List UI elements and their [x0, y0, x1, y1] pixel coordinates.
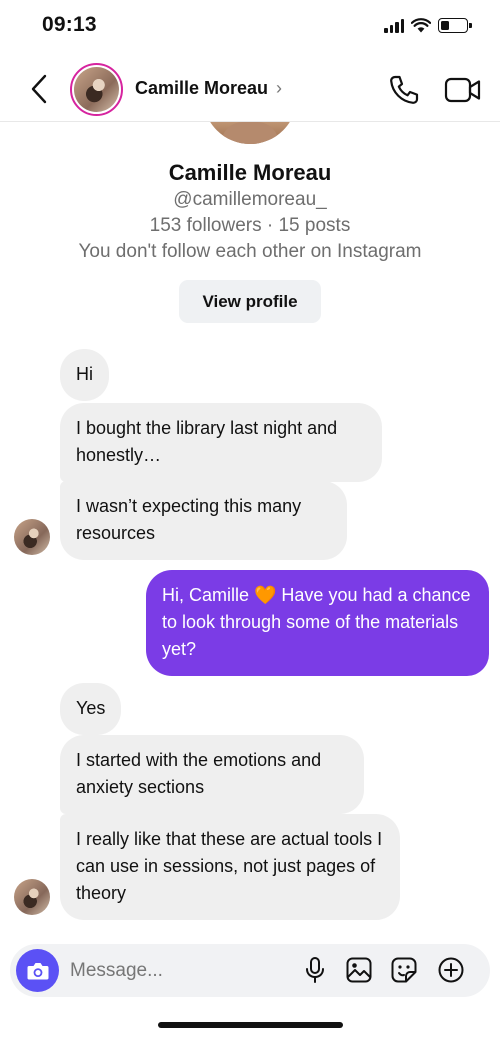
- message-bubble-incoming[interactable]: Hi: [60, 349, 109, 401]
- message-bubble-incoming[interactable]: I wasn’t expecting this many resources: [60, 481, 347, 560]
- contact-name: Camille Moreau: [135, 78, 269, 98]
- message-bubble-incoming[interactable]: I really like that these are actual tool…: [60, 814, 400, 920]
- microphone-icon: [306, 957, 324, 983]
- message-composer: [10, 944, 490, 997]
- sender-avatar[interactable]: [14, 879, 50, 915]
- back-button[interactable]: [24, 72, 54, 106]
- sticker-icon: [391, 957, 417, 983]
- follow-status-note: You don't follow each other on Instagram: [78, 241, 422, 262]
- status-bar: 09:13: [0, 0, 500, 54]
- camera-button[interactable]: [16, 949, 59, 992]
- wifi-icon: [411, 18, 431, 33]
- profile-name: Camille Moreau: [168, 160, 332, 185]
- chat-header: Camille Moreau ›: [0, 56, 500, 122]
- back-chevron-icon: [31, 74, 47, 104]
- view-profile-button[interactable]: View profile: [179, 280, 321, 323]
- sticker-button[interactable]: [389, 955, 419, 985]
- battery-icon: [438, 18, 472, 33]
- status-time: 09:13: [42, 13, 97, 36]
- video-camera-icon: [444, 77, 481, 103]
- gallery-button[interactable]: [344, 955, 374, 985]
- contact-name-link[interactable]: Camille Moreau ›: [135, 78, 282, 99]
- video-call-button[interactable]: [443, 72, 483, 108]
- message-input[interactable]: [70, 953, 290, 988]
- profile-handle: @camillemoreau_: [173, 189, 327, 210]
- gallery-icon: [346, 957, 372, 983]
- contact-avatar[interactable]: [70, 63, 123, 116]
- chevron-right-icon: ›: [276, 78, 283, 98]
- voice-message-button[interactable]: [300, 955, 330, 985]
- profile-stats: 153 followers · 15 posts: [149, 215, 351, 236]
- avatar-photo: [74, 67, 119, 112]
- battery-level: [441, 21, 450, 30]
- message-bubble-incoming[interactable]: I started with the emotions and anxiety …: [60, 735, 364, 814]
- status-icons: [384, 18, 472, 33]
- message-bubble-outgoing[interactable]: Hi, Camille 🧡 Have you had a chance to l…: [146, 570, 489, 676]
- camera-icon: [27, 962, 48, 979]
- phone-icon: [390, 75, 419, 104]
- audio-call-button[interactable]: [386, 72, 422, 108]
- more-options-button[interactable]: [436, 955, 466, 985]
- plus-circle-icon: [438, 957, 464, 983]
- sender-avatar[interactable]: [14, 519, 50, 555]
- message-bubble-incoming[interactable]: I bought the library last night and hone…: [60, 403, 382, 482]
- message-bubble-incoming[interactable]: Yes: [60, 683, 122, 735]
- home-indicator[interactable]: [158, 1022, 343, 1028]
- cellular-signal-icon: [384, 18, 404, 33]
